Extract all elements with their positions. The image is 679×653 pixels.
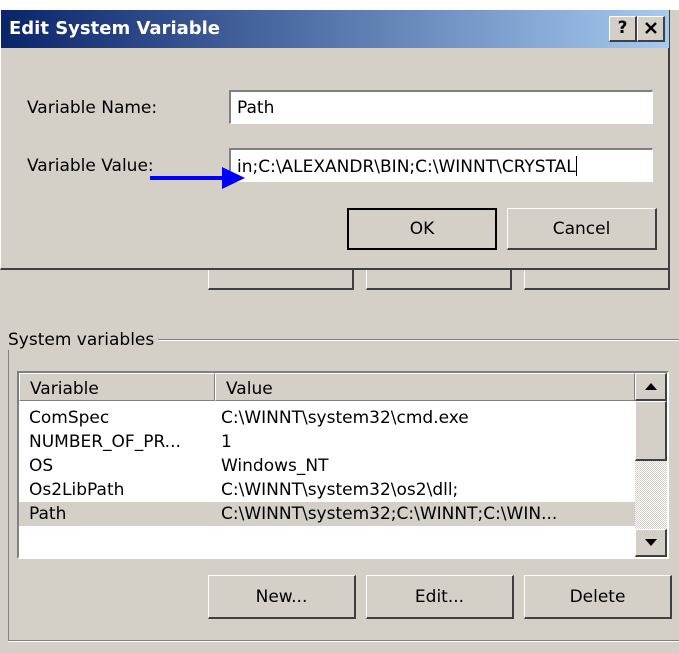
scroll-up-button[interactable] bbox=[635, 373, 667, 401]
scroll-up-arrow-icon bbox=[644, 383, 657, 390]
value-cell: 1 bbox=[221, 432, 232, 452]
variable-value-text: in;C:\ALEXANDR\BIN;C:\WINNT\CRYSTAL bbox=[237, 157, 576, 177]
hidden-edit-button bbox=[366, 268, 512, 290]
table-row[interactable]: OS Windows_NT bbox=[19, 454, 635, 478]
table-row-selected[interactable]: Path C:\WINNT\system32;C:\WINNT;C:\WIN..… bbox=[19, 502, 635, 526]
edit-button[interactable]: Edit... bbox=[366, 575, 514, 619]
column-header-value[interactable]: Value bbox=[215, 373, 635, 401]
table-row[interactable]: NUMBER_OF_PR... 1 bbox=[19, 430, 635, 454]
hidden-new-button bbox=[208, 268, 354, 290]
variable-cell: OS bbox=[29, 456, 54, 476]
system-variables-list[interactable]: Variable Value ComSpec C:\WINNT\system32… bbox=[17, 371, 669, 559]
cancel-button[interactable]: Cancel bbox=[507, 208, 657, 250]
delete-button[interactable]: Delete bbox=[524, 575, 672, 619]
variable-name-field[interactable]: Path bbox=[229, 90, 653, 124]
table-row[interactable]: Os2LibPath C:\WINNT\system32\os2\dll; bbox=[19, 478, 635, 502]
close-button[interactable] bbox=[637, 16, 665, 42]
hidden-delete-button bbox=[524, 268, 670, 290]
blue-arrow-icon bbox=[150, 167, 245, 189]
system-variables-label: System variables bbox=[8, 330, 159, 350]
ok-label: OK bbox=[409, 219, 435, 239]
edit-system-variable-dialog: Edit System Variable ? Variable Name: Pa… bbox=[0, 10, 670, 270]
ok-button[interactable]: OK bbox=[347, 208, 497, 250]
column-header-variable[interactable]: Variable bbox=[19, 373, 215, 401]
variable-value-field[interactable]: in;C:\ALEXANDR\BIN;C:\WINNT\CRYSTAL bbox=[229, 148, 653, 182]
variable-cell: Os2LibPath bbox=[29, 480, 125, 500]
help-button[interactable]: ? bbox=[609, 16, 637, 42]
variable-value-label: Variable Value: bbox=[27, 156, 154, 176]
variable-name-text: Path bbox=[237, 98, 275, 118]
close-icon bbox=[644, 22, 657, 34]
dialog-title: Edit System Variable bbox=[9, 18, 221, 39]
dialog-titlebar[interactable]: Edit System Variable ? bbox=[1, 10, 669, 48]
variable-cell: ComSpec bbox=[29, 408, 110, 428]
value-cell: C:\WINNT\system32\cmd.exe bbox=[221, 408, 469, 428]
list-header: Variable Value bbox=[19, 373, 635, 401]
window-top-strip bbox=[0, 0, 679, 10]
variable-name-label: Variable Name: bbox=[27, 98, 158, 118]
value-cell: C:\WINNT\system32\os2\dll; bbox=[221, 480, 459, 500]
vertical-scrollbar[interactable] bbox=[635, 373, 667, 557]
text-caret bbox=[575, 156, 577, 176]
list-rows: ComSpec C:\WINNT\system32\cmd.exe NUMBER… bbox=[19, 406, 635, 526]
scroll-down-arrow-icon bbox=[644, 539, 657, 546]
value-cell: Windows_NT bbox=[221, 456, 329, 476]
variable-cell: NUMBER_OF_PR... bbox=[29, 432, 181, 452]
variable-cell: Path bbox=[29, 504, 67, 524]
scroll-thumb[interactable] bbox=[635, 401, 667, 461]
table-row[interactable]: ComSpec C:\WINNT\system32\cmd.exe bbox=[19, 406, 635, 430]
bottom-divider bbox=[8, 640, 679, 642]
new-button[interactable]: New... bbox=[208, 575, 356, 619]
scroll-down-button[interactable] bbox=[635, 529, 667, 557]
value-cell: C:\WINNT\system32;C:\WINNT;C:\WIN... bbox=[221, 504, 558, 524]
